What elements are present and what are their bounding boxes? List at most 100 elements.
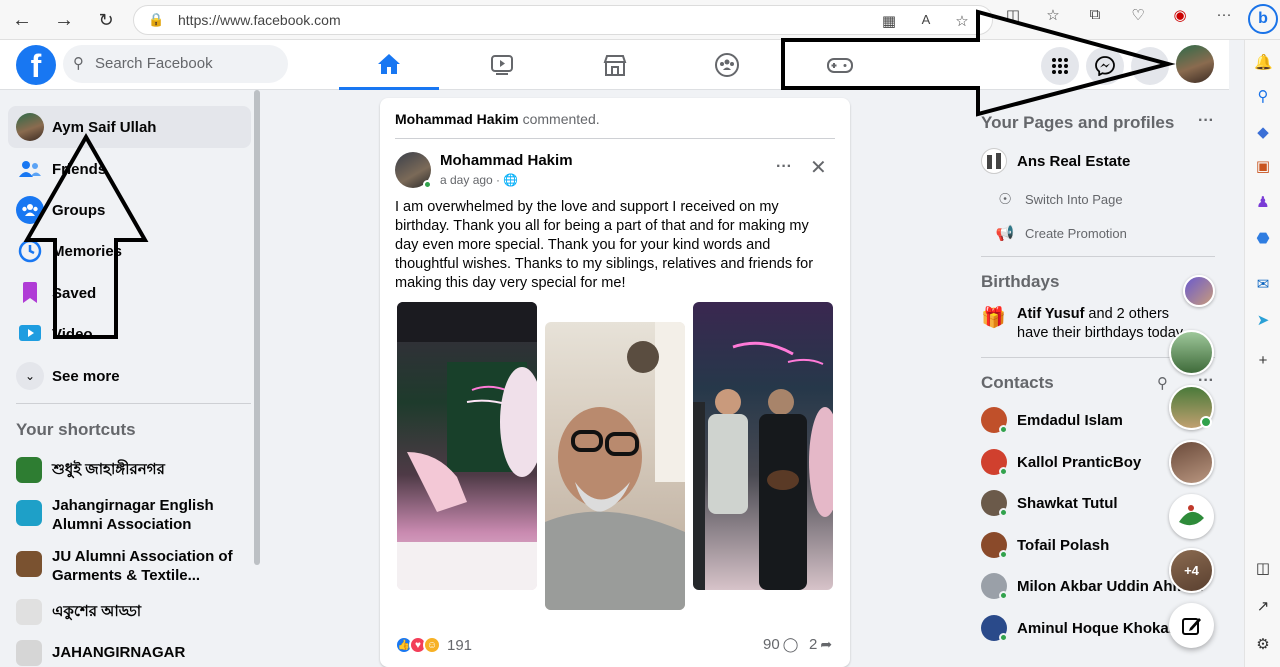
contacts-search-icon[interactable]: ⚲ — [1157, 374, 1168, 392]
messenger-icon[interactable] — [1086, 47, 1124, 85]
memories-clock-icon — [16, 237, 44, 265]
contact-name: Emdadul Islam — [1017, 411, 1123, 429]
chat-head[interactable] — [1183, 275, 1215, 307]
gaming-icon — [827, 58, 853, 73]
add-icon[interactable]: + — [1254, 352, 1272, 370]
tools-icon[interactable]: ▣ — [1254, 158, 1272, 176]
sidebar-item-label: Saved — [52, 284, 97, 302]
shortcut-item[interactable]: JU Alumni Association of Garments & Text… — [16, 547, 251, 585]
online-indicator — [999, 550, 1008, 559]
contacts-heading: Contacts — [981, 373, 1054, 392]
sidebar-item-saved[interactable]: Saved — [8, 272, 251, 314]
sidebar-item-label: Friends — [52, 160, 107, 178]
switch-into-page-button[interactable]: ☉ Switch Into Page — [995, 190, 1122, 208]
send-icon[interactable]: ➤ — [1254, 312, 1272, 330]
chat-head[interactable] — [1169, 330, 1214, 375]
health-icon[interactable]: ♡ — [1128, 6, 1148, 24]
post-photo[interactable]: ​ — [397, 302, 537, 590]
notifications-icon[interactable] — [1131, 47, 1169, 85]
favorite-star-icon[interactable]: ☆ — [952, 12, 972, 30]
shortcut-item[interactable]: Jahangirnagar English Alumni Association — [16, 496, 251, 534]
post-photo[interactable] — [545, 322, 685, 610]
tab-gaming[interactable] — [790, 40, 890, 90]
search-icon: ⚲ — [73, 55, 84, 72]
reaction-summary[interactable]: 👍 ♥ ☺ 191 — [395, 636, 472, 654]
extension-icon[interactable]: ◉ — [1170, 6, 1190, 24]
pages-heading: Your Pages and profiles — [981, 113, 1175, 132]
contact-item[interactable]: Shawkat Tutul — [981, 490, 1118, 517]
tab-home[interactable] — [339, 40, 439, 90]
settings-icon[interactable]: ⚙ — [1254, 636, 1272, 654]
read-aloud-icon[interactable]: A — [916, 12, 936, 27]
contact-name: Aminul Hoque Khokan — [1017, 619, 1178, 637]
external-link-icon[interactable]: ↗ — [1254, 598, 1272, 616]
sidebar-item-label: Video — [52, 325, 93, 343]
notification-bell-icon[interactable]: 🔔 — [1254, 54, 1273, 72]
forward-icon[interactable]: → — [50, 6, 78, 34]
shortcut-label: শুধুই জাহাঙ্গীরনগর — [52, 461, 165, 478]
shortcut-item[interactable]: একুশের আড্ডা — [16, 599, 251, 625]
split-screen-icon[interactable]: ◫ — [1003, 6, 1023, 24]
outlook-icon[interactable]: ✉ — [1254, 276, 1272, 294]
profile-avatar[interactable] — [1176, 45, 1214, 83]
browser-menu-icon[interactable]: ··· — [1214, 6, 1234, 23]
chat-head[interactable] — [1169, 494, 1214, 539]
contact-avatar — [981, 407, 1008, 434]
apps-icon[interactable]: ▦ — [879, 12, 899, 30]
back-icon[interactable]: ← — [8, 6, 36, 34]
collections-icon[interactable]: ⧉ — [1085, 6, 1105, 23]
divider — [16, 403, 251, 404]
shares-count-button[interactable]: 2 ➦ — [809, 636, 832, 653]
contact-item[interactable]: Emdadul Islam — [981, 407, 1123, 434]
address-bar[interactable]: 🔒 https://www.facebook.com ▦ A ☆ — [133, 5, 993, 35]
pages-more-icon[interactable]: ··· — [1198, 112, 1214, 130]
sidebar-layout-icon[interactable]: ◫ — [1254, 560, 1272, 578]
sidebar-item-memories[interactable]: Memories — [8, 230, 251, 272]
new-message-button[interactable] — [1169, 603, 1214, 648]
close-icon[interactable]: ✕ — [810, 155, 827, 180]
sidebar-item-video[interactable]: Video — [8, 313, 251, 355]
search-input[interactable]: ⚲ Search Facebook — [63, 45, 288, 83]
menu-grid-icon[interactable] — [1041, 47, 1079, 85]
more-chats-badge[interactable]: +4 — [1169, 548, 1214, 593]
chat-head[interactable] — [1169, 385, 1214, 430]
page-item[interactable]: Ans Real Estate — [981, 148, 1130, 174]
sidebar-item-profile[interactable]: Aym Saif Ullah — [8, 106, 251, 148]
contact-name: Shawkat Tutul — [1017, 494, 1118, 512]
shortcut-label: JAHANGIRNAGAR — [52, 644, 186, 661]
favorites-icon[interactable]: ☆ — [1043, 6, 1063, 24]
scrollbar[interactable] — [254, 90, 260, 565]
author-avatar[interactable] — [395, 152, 432, 189]
tab-marketplace[interactable] — [565, 40, 665, 90]
group-thumbnail — [16, 551, 42, 577]
post-timestamp[interactable]: a day ago · 🌐 — [440, 173, 518, 187]
contact-item[interactable]: Aminul Hoque Khokan — [981, 615, 1178, 642]
post-photo[interactable] — [693, 302, 833, 590]
tab-groups[interactable] — [677, 40, 777, 90]
post-body: I am overwhelmed by the love and support… — [395, 199, 814, 291]
shopping-tag-icon[interactable]: ◆ — [1254, 124, 1272, 142]
comments-count-button[interactable]: 90 ◯ — [763, 636, 798, 653]
see-more-button[interactable]: ⌄ See more — [8, 355, 251, 397]
shortcut-item[interactable]: শুধুই জাহাঙ্গীরনগর — [16, 457, 251, 483]
shortcut-item[interactable]: JAHANGIRNAGAR — [16, 640, 251, 666]
search-icon[interactable]: ⚲ — [1254, 88, 1272, 106]
online-indicator — [999, 425, 1008, 434]
bing-copilot-icon[interactable]: b — [1248, 4, 1278, 34]
games-icon[interactable]: ♟ — [1254, 194, 1272, 212]
microsoft365-icon[interactable]: ⬣ — [1254, 230, 1272, 248]
create-promotion-button[interactable]: 📢 Create Promotion — [995, 224, 1127, 242]
sidebar-item-groups[interactable]: Groups — [8, 189, 251, 231]
contact-item[interactable]: Kallol PranticBoy — [981, 449, 1142, 476]
post-author[interactable]: Mohammad Hakim — [440, 152, 573, 169]
chat-head[interactable] — [1169, 440, 1214, 485]
tab-video[interactable] — [452, 40, 552, 90]
commenter-name[interactable]: Mohammad Hakim — [395, 111, 519, 127]
birthday-name: Atif Yusuf — [1017, 306, 1085, 322]
facebook-logo[interactable]: f — [16, 45, 56, 85]
more-options-icon[interactable]: ··· — [776, 158, 792, 176]
sidebar-item-friends[interactable]: Friends — [8, 148, 251, 190]
refresh-icon[interactable]: ↻ — [92, 6, 120, 34]
contact-name: Kallol PranticBoy — [1017, 453, 1142, 471]
contact-item[interactable]: Tofail Polash — [981, 532, 1109, 559]
